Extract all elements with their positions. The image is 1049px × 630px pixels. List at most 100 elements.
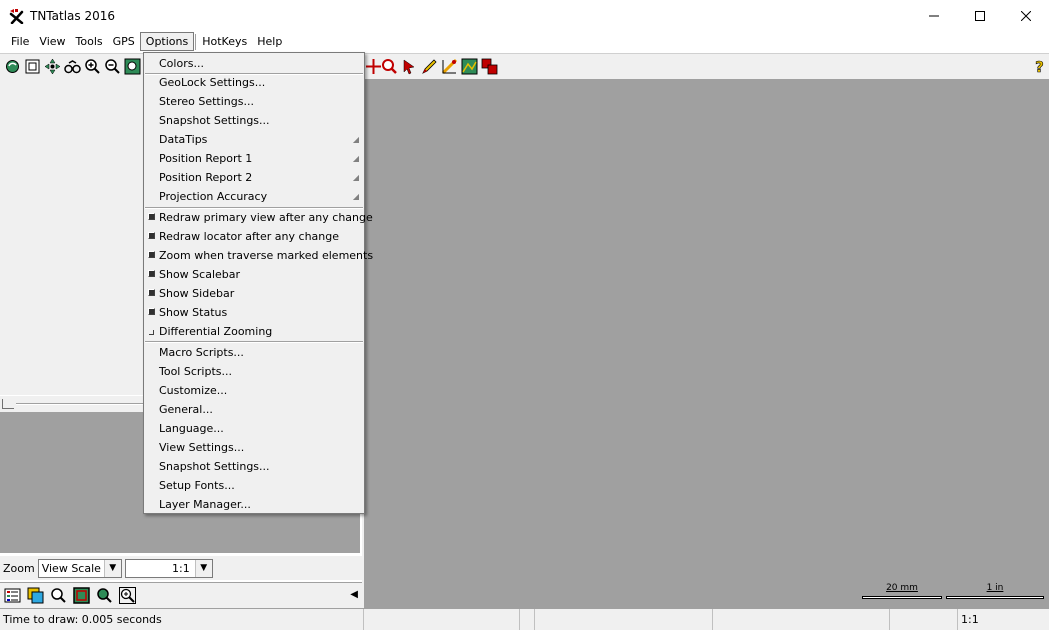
locator-map-icon[interactable]: [73, 587, 90, 604]
zoom-controls: Zoom View Scale ▼ 1:1 ▼: [0, 556, 362, 580]
status-scale: 1:1: [961, 613, 979, 626]
menu-bar: File View Tools GPS Options HotKeys Help: [0, 31, 1049, 52]
layers-icon[interactable]: [27, 587, 44, 604]
imperial-scalebar: 1 in: [946, 583, 1044, 599]
zoom-green-icon[interactable]: [96, 587, 113, 604]
window-title: TNTatlas 2016: [30, 8, 116, 23]
menu-tools[interactable]: Tools: [71, 32, 108, 51]
close-icon: [1021, 10, 1031, 21]
svg-text:?: ?: [1035, 58, 1044, 75]
menu-view[interactable]: View: [34, 32, 70, 51]
zoom-mode-value: View Scale: [41, 561, 101, 575]
dropdown-arrow-icon[interactable]: ▼: [194, 559, 212, 577]
help-icon[interactable]: ?: [1031, 58, 1048, 75]
status-field-3: [535, 609, 713, 630]
status-message: Time to draw: 0.005 seconds: [0, 609, 364, 630]
zoom-mode-select[interactable]: View Scale ▼: [37, 558, 122, 578]
checkbox-unchecked-icon[interactable]: [149, 330, 154, 335]
checkbox-checked-icon[interactable]: [148, 308, 155, 315]
maximize-icon: [975, 10, 985, 21]
binoculars-icon[interactable]: [64, 58, 81, 75]
zoom-box-icon[interactable]: [124, 58, 141, 75]
checkbox-checked-icon[interactable]: [148, 213, 155, 220]
menu-item-show-scalebar[interactable]: Show Scalebar: [144, 265, 364, 284]
view-toolbar: ?: [365, 53, 1049, 79]
menu-hotkeys[interactable]: HotKeys: [197, 32, 252, 51]
submenu-arrow-icon: ◢: [352, 135, 359, 144]
zoom-tool-icon[interactable]: [381, 58, 398, 75]
minimize-icon: [929, 15, 939, 16]
menu-separator: [195, 33, 197, 50]
main-map-view[interactable]: 20 mm 1 in: [362, 79, 1049, 608]
select-arrow-icon[interactable]: [401, 58, 418, 75]
close-button[interactable]: [1003, 0, 1049, 31]
checkbox-checked-icon[interactable]: [148, 251, 155, 258]
dropdown-arrow-icon[interactable]: ▼: [103, 559, 121, 577]
menu-item-geolock-settings[interactable]: GeoLock Settings...: [144, 73, 364, 92]
menu-item-layer-manager[interactable]: Layer Manager...: [144, 495, 364, 514]
minimize-button[interactable]: [911, 0, 957, 31]
options-menu: Colors... GeoLock Settings... Stereo Set…: [143, 52, 373, 514]
metric-scalebar-label: 20 mm: [886, 583, 918, 593]
menu-item-customize[interactable]: Customize...: [144, 381, 364, 400]
status-field-4: [713, 609, 890, 630]
refresh-icon[interactable]: [4, 58, 21, 75]
zoom-label: Zoom: [3, 561, 35, 575]
move-tool-icon[interactable]: [365, 58, 382, 75]
menu-item-projection-accuracy[interactable]: Projection Accuracy ◢: [144, 187, 364, 206]
pan-icon[interactable]: [44, 58, 61, 75]
menu-item-show-status[interactable]: Show Status: [144, 303, 364, 322]
sketch-pencil-icon[interactable]: [421, 58, 438, 75]
menu-gps[interactable]: GPS: [108, 32, 140, 51]
layer-stack-icon[interactable]: [481, 58, 498, 75]
menu-item-tool-scripts[interactable]: Tool Scripts...: [144, 362, 364, 381]
menu-item-show-sidebar[interactable]: Show Sidebar: [144, 284, 364, 303]
full-view-icon[interactable]: [24, 58, 41, 75]
status-field-2: [520, 609, 535, 630]
locator-toolbar: ◀: [0, 582, 362, 608]
metric-scalebar: 20 mm: [862, 583, 942, 599]
zoom-scale-value: 1:1: [172, 561, 190, 575]
menu-item-macro-scripts[interactable]: Macro Scripts...: [144, 343, 364, 362]
submenu-arrow-icon: ◢: [352, 154, 359, 163]
menu-item-datatips[interactable]: DataTips ◢: [144, 130, 364, 149]
tntatlas-logo-icon: [8, 8, 24, 24]
menu-item-snapshot-settings-2[interactable]: Snapshot Settings...: [144, 457, 364, 476]
menu-options[interactable]: Options: [139, 32, 195, 51]
menu-item-colors[interactable]: Colors...: [144, 54, 364, 73]
search-icon[interactable]: [50, 587, 67, 604]
zoom-in-icon[interactable]: [84, 58, 101, 75]
menu-item-setup-fonts[interactable]: Setup Fonts...: [144, 476, 364, 495]
imperial-scalebar-label: 1 in: [986, 583, 1004, 593]
map-image-icon[interactable]: [461, 58, 478, 75]
menu-item-general[interactable]: General...: [144, 400, 364, 419]
zoom-scale-select[interactable]: 1:1 ▼: [124, 558, 213, 578]
menu-item-redraw-primary[interactable]: Redraw primary view after any change: [144, 208, 373, 227]
menu-item-zoom-traverse[interactable]: Zoom when traverse marked elements: [144, 246, 373, 265]
checkbox-checked-icon[interactable]: [148, 289, 155, 296]
menu-file[interactable]: File: [6, 32, 34, 51]
checkbox-checked-icon[interactable]: [148, 232, 155, 239]
status-bar: Time to draw: 0.005 seconds 1:1: [0, 608, 1049, 630]
maximize-button[interactable]: [957, 0, 1003, 31]
status-field-5: [890, 609, 958, 630]
menu-item-view-settings[interactable]: View Settings...: [144, 438, 364, 457]
menu-item-language[interactable]: Language...: [144, 419, 364, 438]
submenu-arrow-icon: ◢: [352, 173, 359, 182]
menu-item-stereo-settings[interactable]: Stereo Settings...: [144, 92, 364, 111]
menu-item-position-report-2[interactable]: Position Report 2 ◢: [144, 168, 364, 187]
title-bar: TNTatlas 2016: [0, 0, 1049, 31]
legend-list-icon[interactable]: [4, 587, 21, 604]
menu-item-differential-zooming[interactable]: Differential Zooming: [144, 322, 364, 341]
zoom-in-box-icon[interactable]: [119, 587, 136, 604]
splitter-handle-icon[interactable]: [2, 399, 14, 409]
menu-item-redraw-locator[interactable]: Redraw locator after any change: [144, 227, 364, 246]
status-field-1: [364, 609, 520, 630]
measure-tool-icon[interactable]: [441, 58, 458, 75]
menu-item-snapshot-settings[interactable]: Snapshot Settings...: [144, 111, 364, 130]
menu-item-position-report-1[interactable]: Position Report 1 ◢: [144, 149, 364, 168]
collapse-sidebar-icon[interactable]: ◀: [350, 589, 358, 600]
zoom-out-icon[interactable]: [104, 58, 121, 75]
checkbox-checked-icon[interactable]: [148, 270, 155, 277]
menu-help[interactable]: Help: [252, 32, 287, 51]
